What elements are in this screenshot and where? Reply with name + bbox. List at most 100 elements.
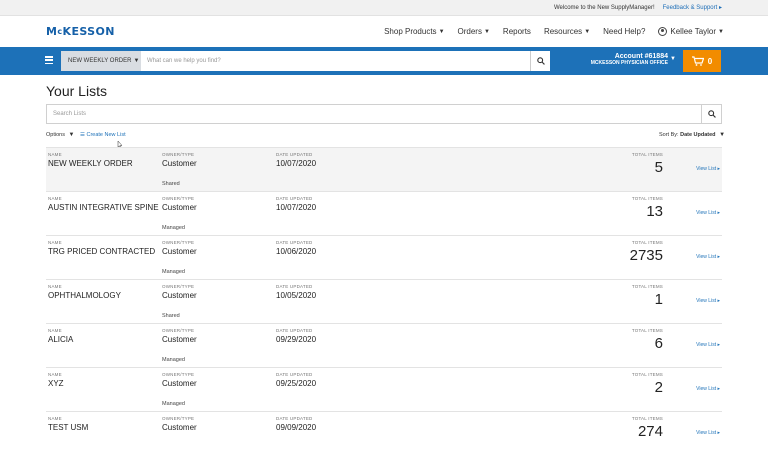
name-label: NAME <box>48 240 62 245</box>
create-new-list-button[interactable]: ☰ Create New List <box>80 132 126 138</box>
list-icon: ☰ <box>80 132 85 138</box>
list-row[interactable]: NAME AUSTIN INTEGRATIVE SPINE OWNER/TYPE Cu… <box>46 191 722 235</box>
list-type: Managed <box>162 401 185 407</box>
site-header: McKESSON Shop Products ▼ Orders ▼ Reports … <box>0 16 768 47</box>
list-row[interactable]: NAME NEW WEEKLY ORDER OWNER/TYPE Customer Sh… <box>46 147 722 191</box>
view-list-link[interactable]: View List ▸ <box>696 298 720 304</box>
name-label: NAME <box>48 284 62 289</box>
lists-table: NAME NEW WEEKLY ORDER OWNER/TYPE Customer Sh… <box>46 147 722 455</box>
total-items-label: TOTAL ITEMS <box>631 152 663 157</box>
account-office: MCKESSON PHYSICIAN OFFICE <box>590 60 668 66</box>
welcome-message: Welcome to the New SupplyManager! <box>554 4 655 11</box>
account-number: Account #61884 <box>614 53 668 60</box>
list-owner: Customer <box>162 379 197 388</box>
list-name[interactable]: AUSTIN INTEGRATIVE SPINE <box>48 203 159 212</box>
list-date-updated: 10/07/2020 <box>276 203 317 212</box>
list-row[interactable]: NAME XYZ OWNER/TYPE Customer Managed DATE UPD… <box>46 367 722 411</box>
chevron-down-icon: ▼ <box>584 28 591 35</box>
chevron-down-icon: ▼ <box>718 28 724 35</box>
list-name[interactable]: OPHTHALMOLOGY <box>48 291 121 300</box>
owner-type-label: OWNER/TYPE <box>162 328 195 333</box>
list-search-button[interactable] <box>702 104 722 124</box>
list-total-items: 1 <box>654 291 663 308</box>
list-name[interactable]: NEW WEEKLY ORDER <box>48 159 133 168</box>
list-row[interactable]: NAME OPHTHALMOLOGY OWNER/TYPE Customer Share… <box>46 279 722 323</box>
search-bar-band: NEW WEEKLY ORDER ▼ What can we help you f… <box>0 47 768 75</box>
list-owner: Customer <box>162 203 197 212</box>
list-date-updated: 09/25/2020 <box>276 379 317 388</box>
nav-need-help[interactable]: Need Help? <box>603 27 645 36</box>
feedback-support-link[interactable]: Feedback & Support ▸ <box>663 4 722 11</box>
list-type: Managed <box>162 357 185 363</box>
list-name[interactable]: ALICIA <box>48 335 73 344</box>
name-label: NAME <box>48 372 62 377</box>
total-items-label: TOTAL ITEMS <box>631 372 663 377</box>
account-selector[interactable]: Account #61884 MCKESSON PHYSICIAN OFFICE <box>580 53 668 66</box>
view-list-link[interactable]: View List ▸ <box>696 430 720 436</box>
owner-type-label: OWNER/TYPE <box>162 284 195 289</box>
search-icon <box>536 57 545 65</box>
list-total-items: 5 <box>654 159 663 176</box>
list-row[interactable]: NAME ALICIA OWNER/TYPE Customer Managed DATE … <box>46 323 722 367</box>
name-label: NAME <box>48 416 62 421</box>
total-items-label: TOTAL ITEMS <box>631 328 663 333</box>
list-date-updated: 10/05/2020 <box>276 291 317 300</box>
utility-bar: Welcome to the New SupplyManager! Feedba… <box>0 0 768 16</box>
list-search-input[interactable]: Search Lists <box>46 104 702 124</box>
view-list-link[interactable]: View List ▸ <box>696 210 720 216</box>
list-name[interactable]: TRG PRICED CONTRACTED <box>48 247 155 256</box>
list-row[interactable]: NAME TRG PRICED CONTRACTED OWNER/TYPE Custo… <box>46 235 722 279</box>
name-label: NAME <box>48 328 62 333</box>
list-owner: Customer <box>162 335 197 344</box>
chevron-down-icon: ▼ <box>133 58 140 64</box>
list-date-updated: 09/29/2020 <box>276 335 317 344</box>
total-items-label: TOTAL ITEMS <box>631 416 663 421</box>
hamburger-menu-icon[interactable] <box>45 56 53 64</box>
name-label: NAME <box>48 152 62 157</box>
list-row[interactable]: NAME TEST USM OWNER/TYPE Customer DATE UPDAT… <box>46 411 722 455</box>
chevron-down-icon: ▼ <box>719 132 726 138</box>
view-list-link[interactable]: View List ▸ <box>696 342 720 348</box>
mckesson-logo[interactable]: McKESSON <box>46 25 115 38</box>
list-name[interactable]: XYZ <box>48 379 64 388</box>
cart-button[interactable]: 0 <box>683 50 721 72</box>
list-total-items: 2735 <box>629 247 663 264</box>
site-search-button[interactable] <box>530 51 550 71</box>
date-updated-label: DATE UPDATED <box>276 284 313 289</box>
cart-count: 0 <box>707 56 713 66</box>
date-updated-label: DATE UPDATED <box>276 328 313 333</box>
total-items-label: TOTAL ITEMS <box>631 196 663 201</box>
owner-type-label: OWNER/TYPE <box>162 416 195 421</box>
order-select[interactable]: NEW WEEKLY ORDER ▼ <box>61 51 141 71</box>
nav-resources[interactable]: Resources ▼ <box>544 27 590 36</box>
list-total-items: 6 <box>654 335 663 352</box>
name-label: NAME <box>48 196 62 201</box>
nav-reports[interactable]: Reports <box>503 27 531 36</box>
user-icon <box>658 27 668 36</box>
list-owner: Customer <box>162 291 197 300</box>
options-dropdown[interactable]: Options ▼ <box>46 132 74 138</box>
list-date-updated: 10/06/2020 <box>276 247 317 256</box>
date-updated-label: DATE UPDATED <box>276 152 313 157</box>
search-icon <box>707 110 716 118</box>
list-type: Shared <box>162 313 180 319</box>
date-updated-label: DATE UPDATED <box>276 196 313 201</box>
sort-dropdown[interactable]: Sort By: Date Updated ▼ <box>659 132 725 138</box>
date-updated-label: DATE UPDATED <box>276 416 313 421</box>
list-total-items: 13 <box>646 203 663 220</box>
user-menu[interactable]: Kellee Taylor ▼ <box>658 27 724 36</box>
chevron-down-icon: ▼ <box>68 132 75 138</box>
nav-shop-products[interactable]: Shop Products ▼ <box>384 27 444 36</box>
site-search-input[interactable]: What can we help you find? <box>141 51 530 71</box>
list-date-updated: 09/09/2020 <box>276 423 317 432</box>
list-owner: Customer <box>162 159 197 168</box>
owner-type-label: OWNER/TYPE <box>162 240 195 245</box>
view-list-link[interactable]: View List ▸ <box>696 386 720 392</box>
nav-orders[interactable]: Orders ▼ <box>458 27 490 36</box>
list-name[interactable]: TEST USM <box>48 423 88 432</box>
chevron-down-icon[interactable]: ▼ <box>670 56 676 62</box>
view-list-link[interactable]: View List ▸ <box>696 166 720 172</box>
list-owner: Customer <box>162 423 197 432</box>
list-type: Managed <box>162 269 185 275</box>
view-list-link[interactable]: View List ▸ <box>696 254 720 260</box>
